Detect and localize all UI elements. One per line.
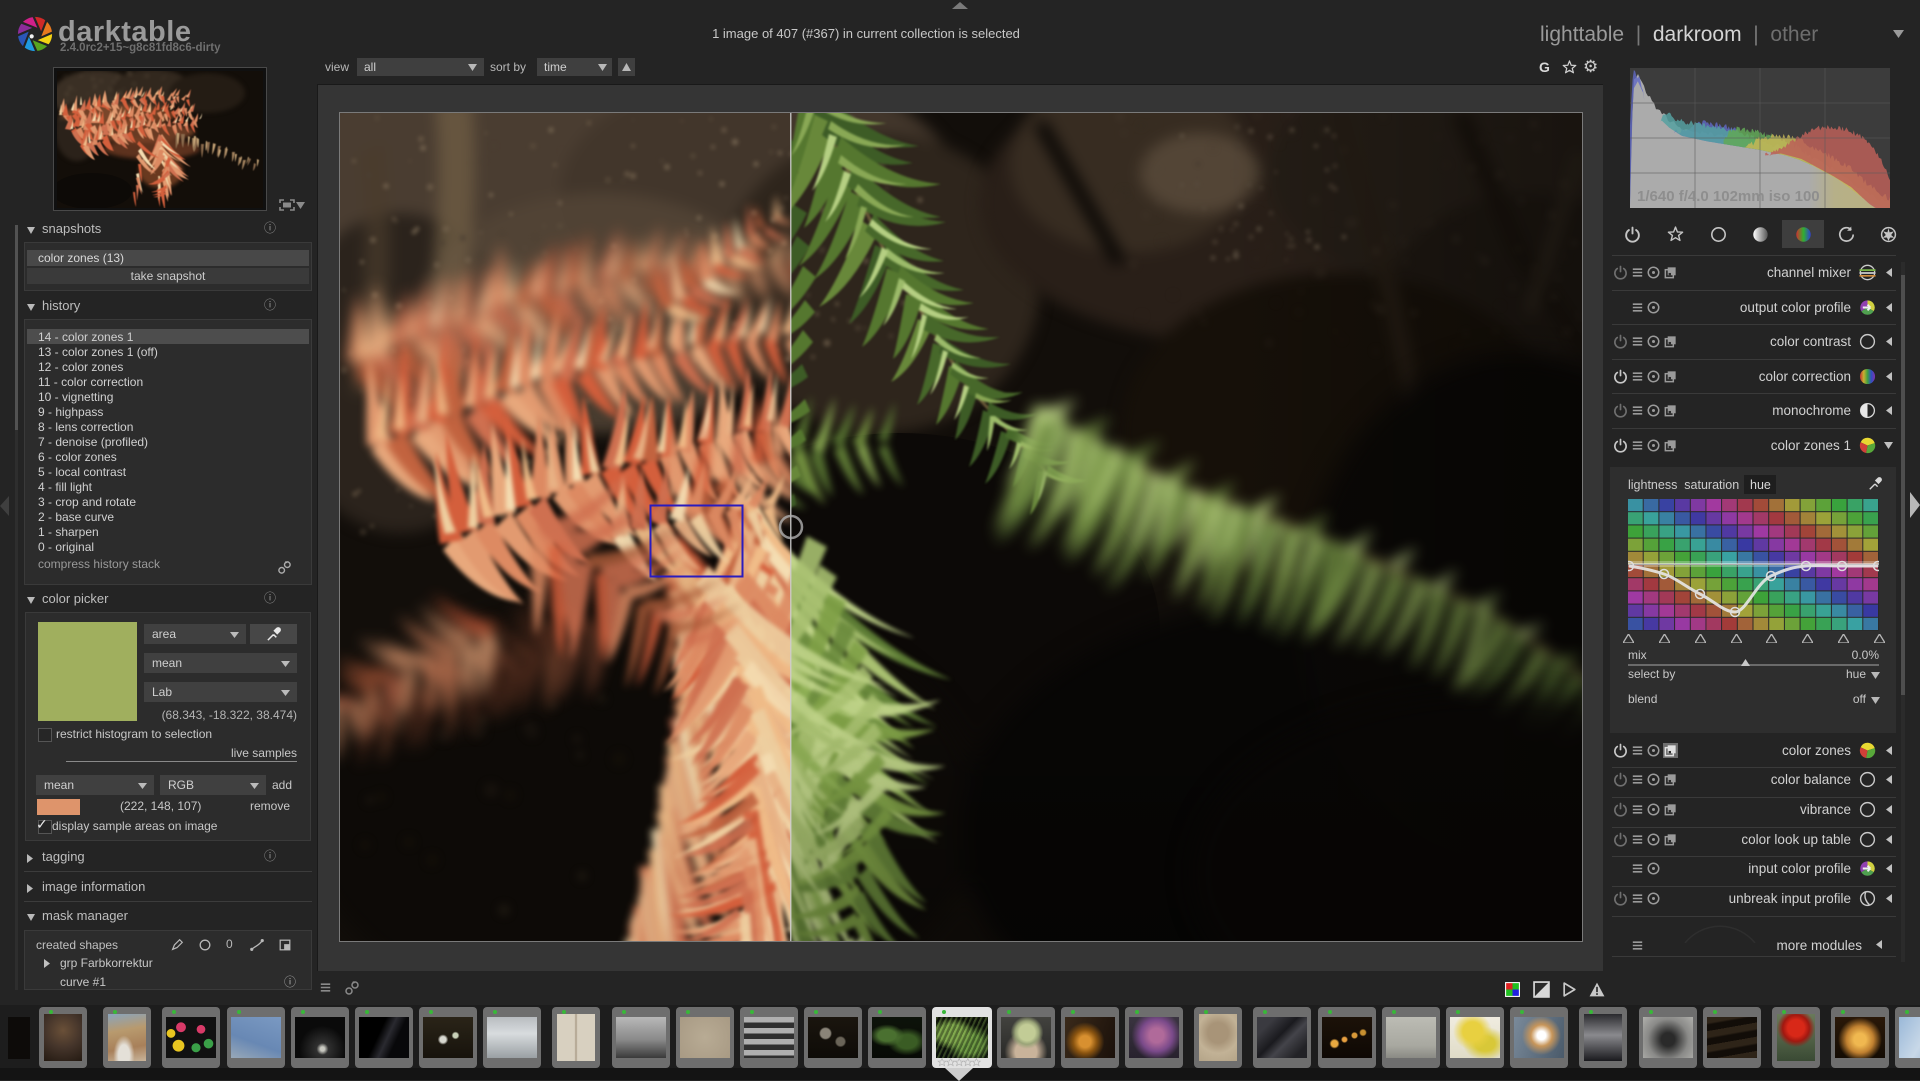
svg-text:1/640 f/4.0 102mm iso 100: 1/640 f/4.0 102mm iso 100 [1637, 188, 1820, 205]
